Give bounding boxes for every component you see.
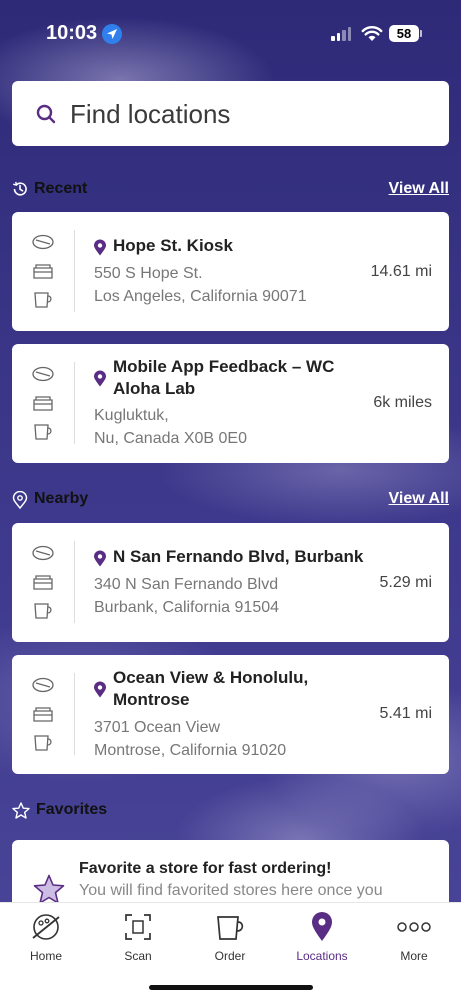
favorites-empty-title: Favorite a store for fast ordering! — [79, 860, 332, 877]
store-distance: 14.61 mi — [370, 263, 432, 280]
location-card[interactable]: Ocean View & Honolulu, Montrose 3701 Oce… — [12, 655, 449, 774]
star-outline-icon — [12, 802, 30, 819]
tab-label-order: Order — [214, 949, 246, 963]
tab-more[interactable]: More — [374, 911, 454, 963]
battery-cap — [420, 30, 422, 37]
scan-icon — [125, 914, 151, 940]
wifi-icon — [361, 26, 383, 41]
pickup-icon — [33, 264, 53, 279]
store-distance: 5.41 mi — [379, 705, 432, 722]
tab-locations[interactable]: Locations — [282, 911, 362, 963]
location-pin-icon — [94, 370, 106, 387]
drive-thru-icon — [32, 545, 54, 561]
location-pin-icon — [312, 912, 332, 941]
store-name: Hope St. Kiosk — [113, 236, 233, 255]
location-pin-icon — [94, 239, 106, 256]
location-pin-outline-icon — [12, 491, 28, 509]
store-address-line1: Kugluktuk, — [94, 407, 169, 424]
store-address-line1: 3701 Ocean View — [94, 719, 221, 736]
store-address-line2: Nu, Canada X0B 0E0 — [94, 430, 247, 447]
status-time: 10:03 — [46, 22, 98, 44]
favorites-empty-subtitle: You will find favorited stores here once… — [79, 882, 383, 899]
search-input[interactable] — [70, 97, 430, 131]
store-address-line2: Montrose, California 91020 — [94, 742, 287, 759]
pickup-icon — [33, 396, 53, 411]
cup-icon — [34, 603, 52, 619]
recent-section-header: Recent View All — [12, 180, 449, 204]
cup-icon — [34, 292, 52, 308]
signal-icon — [331, 27, 351, 41]
star-icon — [33, 874, 65, 904]
tab-scan[interactable]: Scan — [98, 911, 178, 963]
battery-icon: 58 — [389, 25, 419, 42]
nearby-view-all-link[interactable]: View All — [389, 490, 449, 508]
store-address-line1: 340 N San Fernando Blvd — [94, 576, 279, 593]
history-icon — [13, 181, 27, 196]
search-bar[interactable] — [12, 81, 449, 146]
pickup-icon — [33, 575, 53, 590]
favorites-section-header: Favorites — [12, 801, 449, 825]
pickup-icon — [33, 707, 53, 722]
location-card[interactable]: Hope St. Kiosk 550 S Hope St. Los Angele… — [12, 212, 449, 331]
tab-label-more: More — [400, 949, 428, 963]
order-methods — [32, 523, 58, 642]
status-bar: 10:03 58 — [0, 0, 461, 66]
card-divider — [74, 362, 75, 444]
search-icon — [36, 104, 56, 124]
section-title-favorites: Favorites — [36, 801, 108, 818]
home-icon — [32, 914, 60, 940]
tab-label-scan: Scan — [124, 949, 152, 963]
cup-icon — [34, 424, 52, 440]
card-divider — [74, 230, 75, 312]
cup-icon — [217, 916, 244, 940]
order-methods — [32, 344, 58, 463]
order-methods — [32, 212, 58, 331]
order-methods — [32, 655, 58, 774]
section-title-recent: Recent — [34, 180, 88, 197]
tab-label-locations: Locations — [296, 949, 348, 963]
location-card[interactable]: N San Fernando Blvd, Burbank 340 N San F… — [12, 523, 449, 642]
location-pin-icon — [94, 550, 106, 567]
store-address-line2: Los Angeles, California 90071 — [94, 288, 307, 305]
section-title-nearby: Nearby — [34, 490, 89, 507]
store-address-line2: Burbank, California 91504 — [94, 599, 280, 616]
drive-thru-icon — [32, 677, 54, 693]
drive-thru-icon — [32, 366, 54, 382]
cup-icon — [34, 735, 52, 751]
recent-view-all-link[interactable]: View All — [389, 180, 449, 198]
store-address-line1: 550 S Hope St. — [94, 265, 203, 282]
drive-thru-icon — [32, 234, 54, 250]
location-pin-icon — [94, 681, 106, 698]
store-name: Ocean View & Honolulu, Montrose — [113, 668, 309, 709]
tab-order[interactable]: Order — [190, 911, 270, 963]
nearby-section-header: Nearby View All — [12, 490, 449, 514]
home-indicator[interactable] — [149, 985, 313, 990]
store-name: Mobile App Feedback – WC Aloha Lab — [113, 357, 335, 398]
tab-label-home: Home — [29, 949, 62, 963]
location-card[interactable]: Mobile App Feedback – WC Aloha Lab Kuglu… — [12, 344, 449, 463]
store-distance: 5.29 mi — [379, 574, 432, 591]
store-name: N San Fernando Blvd, Burbank — [113, 547, 364, 566]
location-arrow-icon — [102, 24, 122, 44]
more-dots-icon — [397, 922, 431, 932]
card-divider — [74, 673, 75, 755]
store-distance: 6k miles — [373, 394, 432, 411]
card-divider — [74, 541, 75, 623]
tab-home[interactable]: Home — [6, 911, 86, 963]
